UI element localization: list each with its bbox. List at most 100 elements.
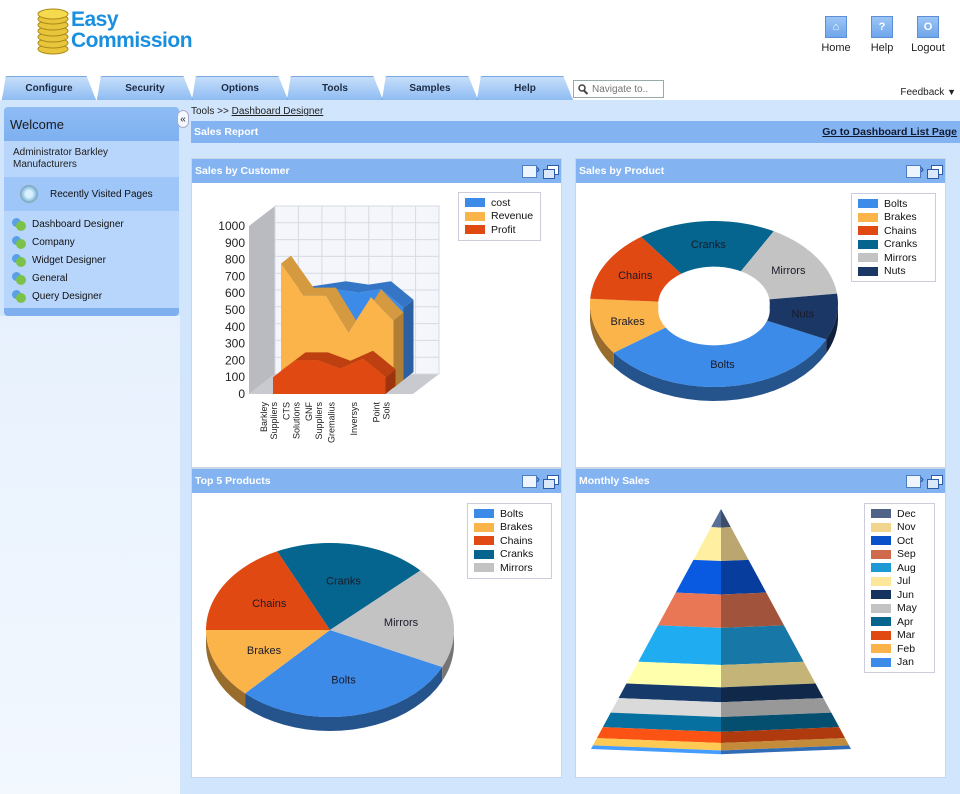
x-tick-label-line: Sols [382,402,392,420]
legend-label: Chains [884,224,917,237]
legend-swatch [871,644,891,654]
recent-item-dashboard-designer[interactable]: Dashboard Designer [4,215,179,233]
legend-item: Mirrors [474,561,545,575]
panel-monthly-sales: Monthly Sales DecNovOctSepAugJulJunMayAp… [575,468,946,778]
x-tick-label-line: Suppliers [314,402,324,440]
legend-swatch [871,630,891,640]
chart-legend: Dec Nov Oct Sep Aug Jul Jun May Apr Mar Feb Jan [864,503,935,673]
tab-configure[interactable]: Configure [2,76,96,100]
legend-swatch [474,509,494,519]
logo-line-1: Easy [71,8,119,31]
panel-title: Sales by Product [579,165,665,177]
recent-item-query-designer[interactable]: Query Designer [4,287,179,305]
legend-label: Bolts [500,507,524,520]
pyramid-band-right-aug [721,625,804,666]
x-tick-label-line: Inversys [349,402,359,436]
search-icon [578,83,588,95]
legend-label: Jul [897,575,911,588]
pyramid-band-right-sep [721,592,785,628]
navigate-input[interactable] [592,83,662,95]
slice-label: Mirrors [384,617,419,629]
tab-options[interactable]: Options [192,76,288,100]
recent-item-label: Widget Designer [32,254,106,266]
header: Easy Commission ⌂ Home ? Help O Logout [0,0,960,76]
slice-label: Cranks [691,239,726,251]
legend-swatch [474,522,494,532]
help-button[interactable]: ? Help [864,16,900,54]
y-tick-label: 200 [225,353,245,367]
legend-item: Cranks [474,548,545,562]
legend-label: May [897,602,917,615]
sidebar: Welcome Administrator Barkley Manufactur… [4,107,179,316]
legend-item: cost [465,196,534,210]
slice-label: Bolts [331,675,356,687]
legend-item: Cranks [858,238,929,252]
panel-title: Sales by Customer [195,165,290,177]
legend-swatch [858,239,878,249]
y-tick-label: 700 [225,269,245,283]
y-tick-label: 100 [225,370,245,384]
feedback-label: Feedback [900,87,945,98]
tab-security[interactable]: Security [97,76,193,100]
pyramid-band-left-dec [711,509,721,528]
y-tick-label: 0 [238,387,245,401]
panel-header: Top 5 Products [192,469,561,493]
top-actions: ⌂ Home ? Help O Logout [818,16,946,54]
chart-legend: Bolts Brakes Chains Cranks Mirrors [467,503,552,579]
legend-item: Mirrors [858,251,929,265]
recent-item-widget-designer[interactable]: Widget Designer [4,251,179,269]
legend-label: Jan [897,656,914,669]
legend-swatch [871,549,891,559]
double-chevron-left-icon: « [180,113,186,125]
export-icon[interactable] [522,472,540,488]
tab-samples[interactable]: Samples [382,76,478,100]
maximize-icon[interactable] [543,474,559,489]
legend-swatch [465,211,485,221]
recent-item-general[interactable]: General [4,269,179,287]
y-tick-label: 300 [225,337,245,351]
legend-item: Bolts [858,197,929,211]
x-tick-label-line: Gremalius [327,402,337,444]
report-header: Sales Report Go to Dashboard List Page [191,121,960,143]
side-wall [249,206,275,394]
feedback-dropdown[interactable]: Feedback ▼ [900,87,956,98]
export-icon[interactable] [522,162,540,178]
breadcrumb: Tools >> Dashboard Designer [191,106,323,117]
collapse-sidebar-button[interactable]: « [177,110,189,128]
logo-text: Easy Commission [71,8,193,51]
recent-item-company[interactable]: Company [4,233,179,251]
legend-swatch [474,536,494,546]
maximize-icon[interactable] [927,474,943,489]
dashboard-list-link[interactable]: Go to Dashboard List Page [822,126,957,138]
recent-pages-header: Recently Visited Pages [4,177,179,211]
legend-item: Mar [871,629,928,643]
legend-label: Mirrors [500,561,533,574]
panel-header: Monthly Sales [576,469,945,493]
breadcrumb-current[interactable]: Dashboard Designer [232,106,324,117]
legend-swatch [871,657,891,667]
chart-legend: Bolts Brakes Chains Cranks Mirrors Nuts [851,193,936,282]
recent-pages-icon [20,185,38,203]
home-button[interactable]: ⌂ Home [818,16,854,54]
slice-label: Chains [252,598,287,610]
panel-sales-by-customer: Sales by Customer 0 100 200 300 400 500 600 700… [191,158,562,468]
export-icon[interactable] [906,162,924,178]
slice-label: Cranks [326,575,361,587]
legend-label: Cranks [884,238,918,251]
tab-tools[interactable]: Tools [287,76,383,100]
pyramid-band-right-jul [721,661,816,688]
export-icon[interactable] [906,472,924,488]
tab-help[interactable]: Help [477,76,573,100]
help-icon: ? [871,16,893,38]
logout-label: Logout [911,42,945,54]
legend-item: Brakes [858,211,929,225]
maximize-icon[interactable] [927,164,943,179]
navigate-search[interactable] [573,80,664,98]
maximize-icon[interactable] [543,164,559,179]
report-title: Sales Report [194,126,259,138]
x-tick-label: Gremalius [327,402,337,444]
slice-label: Chains [618,270,653,282]
recent-item-label: General [32,272,68,284]
users-icon [12,253,26,267]
logout-button[interactable]: O Logout [910,16,946,54]
